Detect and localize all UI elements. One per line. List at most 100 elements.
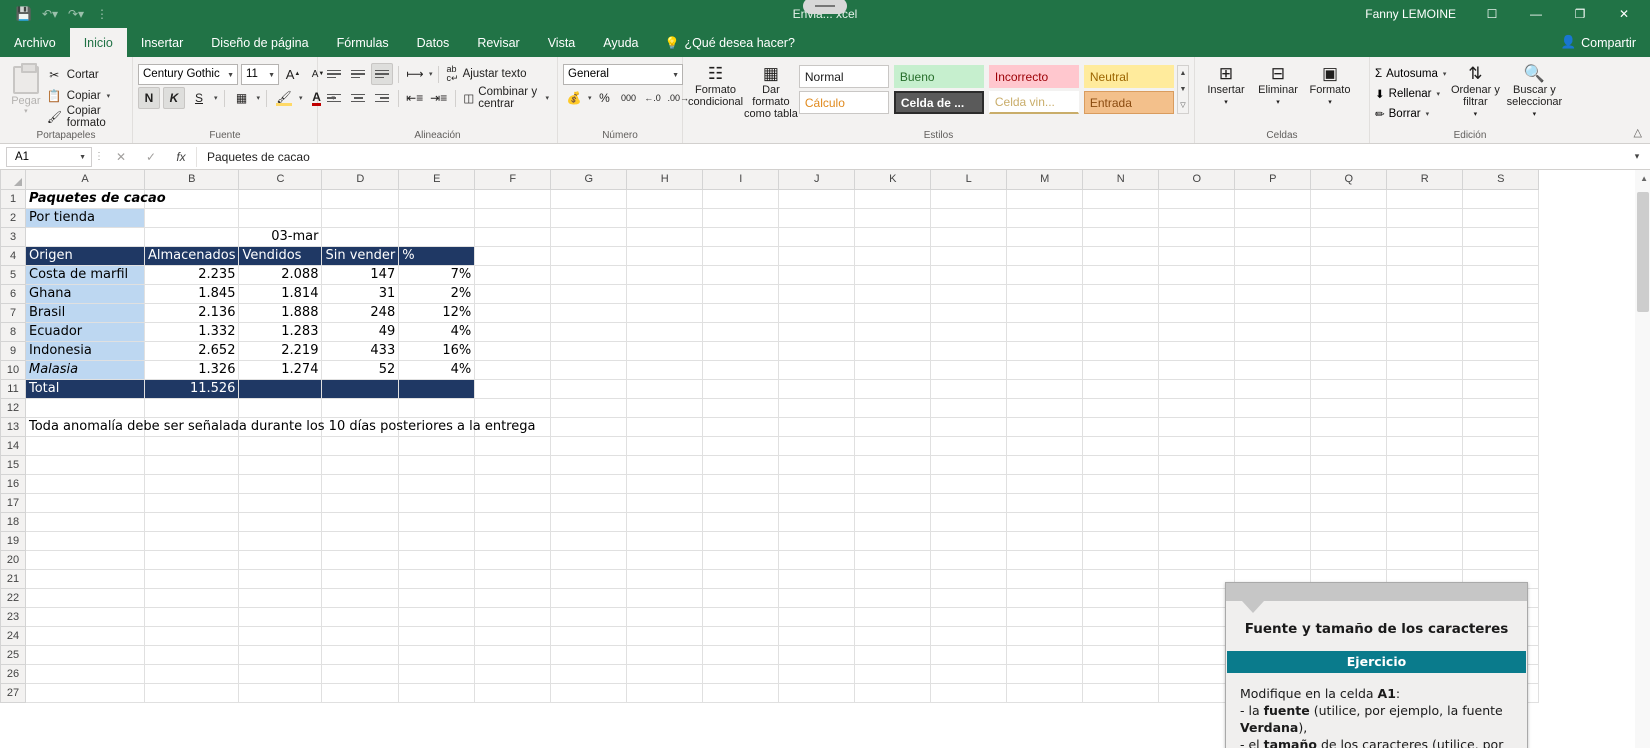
cell-E19[interactable] [398,531,476,551]
undo-icon[interactable]: ↶▾ [38,3,62,25]
fill-dropdown-icon[interactable]: ▾ [1436,90,1440,98]
cell-N11[interactable] [1082,379,1160,399]
cell-E17[interactable] [398,493,476,513]
cell-N10[interactable] [1082,360,1160,380]
cell-N27[interactable] [1082,683,1160,703]
cell-F5[interactable] [474,265,552,285]
column-header-K[interactable]: K [854,170,932,190]
cell-G5[interactable] [550,265,628,285]
autosum-button[interactable]: Σ Autosuma ▾ [1375,64,1446,83]
cell-I15[interactable] [702,455,780,475]
cell-K7[interactable] [854,303,932,323]
clear-button[interactable]: ✏ Borrar ▾ [1375,104,1446,123]
cell-Q13[interactable] [1310,417,1388,437]
styles-gallery-scrollbar[interactable]: ▲ ▼ ▽ [1176,65,1189,114]
cell-N1[interactable] [1082,189,1160,209]
cell-J20[interactable] [778,550,856,570]
cell-H25[interactable] [626,645,704,665]
cell-E15[interactable] [398,455,476,475]
cell-A13[interactable]: Toda anomalía debe ser señalada durante … [25,417,535,437]
cell-Q16[interactable] [1310,474,1388,494]
cell-A2[interactable]: Por tienda [25,208,145,228]
cell-E9[interactable]: 16% [398,341,476,361]
cell-M12[interactable] [1006,398,1084,418]
cell-P15[interactable] [1234,455,1312,475]
gallery-scroll-down-icon[interactable]: ▼ [1178,82,1188,97]
tab-diseno-de-pagina[interactable]: Diseño de página [197,28,322,57]
cell-G26[interactable] [550,664,628,684]
cell-G10[interactable] [550,360,628,380]
user-account-name[interactable]: Fanny LEMOINE [1365,7,1470,21]
column-header-S[interactable]: S [1462,170,1540,190]
cell-K5[interactable] [854,265,932,285]
cell-G17[interactable] [550,493,628,513]
chevron-down-icon[interactable]: ▼ [79,154,86,161]
cell-B27[interactable] [144,683,240,703]
cell-O17[interactable] [1158,493,1236,513]
cell-M21[interactable] [1006,569,1084,589]
row-header-12[interactable]: 12 [0,397,26,418]
paste-dropdown-icon[interactable]: ▾ [24,107,28,115]
cell-A21[interactable] [25,569,145,589]
cell-J25[interactable] [778,645,856,665]
cell-J11[interactable] [778,379,856,399]
cell-B20[interactable] [144,550,240,570]
cell-M3[interactable] [1006,227,1084,247]
cell-A7[interactable]: Brasil [25,303,145,323]
style-neutral[interactable]: Neutral [1083,65,1174,88]
column-header-D[interactable]: D [321,170,400,190]
cell-P4[interactable] [1234,246,1312,266]
cell-H23[interactable] [626,607,704,627]
cell-N14[interactable] [1082,436,1160,456]
cell-O16[interactable] [1158,474,1236,494]
cell-H9[interactable] [626,341,704,361]
cell-R11[interactable] [1386,379,1464,399]
row-header-6[interactable]: 6 [0,283,26,304]
cell-M10[interactable] [1006,360,1084,380]
cell-L18[interactable] [930,512,1008,532]
cell-D10[interactable]: 52 [321,360,400,380]
cell-J13[interactable] [778,417,856,437]
cell-E16[interactable] [398,474,476,494]
cell-D24[interactable] [321,626,400,646]
cell-M2[interactable] [1006,208,1084,228]
clear-dropdown-icon[interactable]: ▾ [1426,110,1430,118]
cell-L25[interactable] [930,645,1008,665]
style-normal[interactable]: Normal [798,65,889,88]
row-header-13[interactable]: 13 [0,416,26,437]
cell-H14[interactable] [626,436,704,456]
style-celda-de-comprobacion[interactable]: Celda de ... [893,91,984,114]
cell-Q14[interactable] [1310,436,1388,456]
cell-N21[interactable] [1082,569,1160,589]
cell-J19[interactable] [778,531,856,551]
cell-L15[interactable] [930,455,1008,475]
cell-H21[interactable] [626,569,704,589]
cell-S20[interactable] [1462,550,1540,570]
cell-N4[interactable] [1082,246,1160,266]
cell-A17[interactable] [25,493,145,513]
cell-L3[interactable] [930,227,1008,247]
cell-J5[interactable] [778,265,856,285]
comma-style-icon[interactable]: 000 [618,87,640,109]
cell-N8[interactable] [1082,322,1160,342]
cell-I23[interactable] [702,607,780,627]
cell-C8[interactable]: 1.283 [238,322,323,342]
cell-N17[interactable] [1082,493,1160,513]
cell-L26[interactable] [930,664,1008,684]
cell-C3[interactable]: 03-mar [238,227,323,247]
column-header-L[interactable]: L [930,170,1008,190]
style-celda-vinculada[interactable]: Celda vin... [988,91,1079,114]
cell-G21[interactable] [550,569,628,589]
cell-C16[interactable] [238,474,323,494]
cell-D17[interactable] [321,493,400,513]
cell-I17[interactable] [702,493,780,513]
vertical-scrollbar[interactable]: ▲ [1635,170,1650,748]
cell-L8[interactable] [930,322,1008,342]
cell-D19[interactable] [321,531,400,551]
cell-Q12[interactable] [1310,398,1388,418]
cell-J8[interactable] [778,322,856,342]
cell-I10[interactable] [702,360,780,380]
cell-S18[interactable] [1462,512,1540,532]
cell-S12[interactable] [1462,398,1540,418]
cell-N15[interactable] [1082,455,1160,475]
